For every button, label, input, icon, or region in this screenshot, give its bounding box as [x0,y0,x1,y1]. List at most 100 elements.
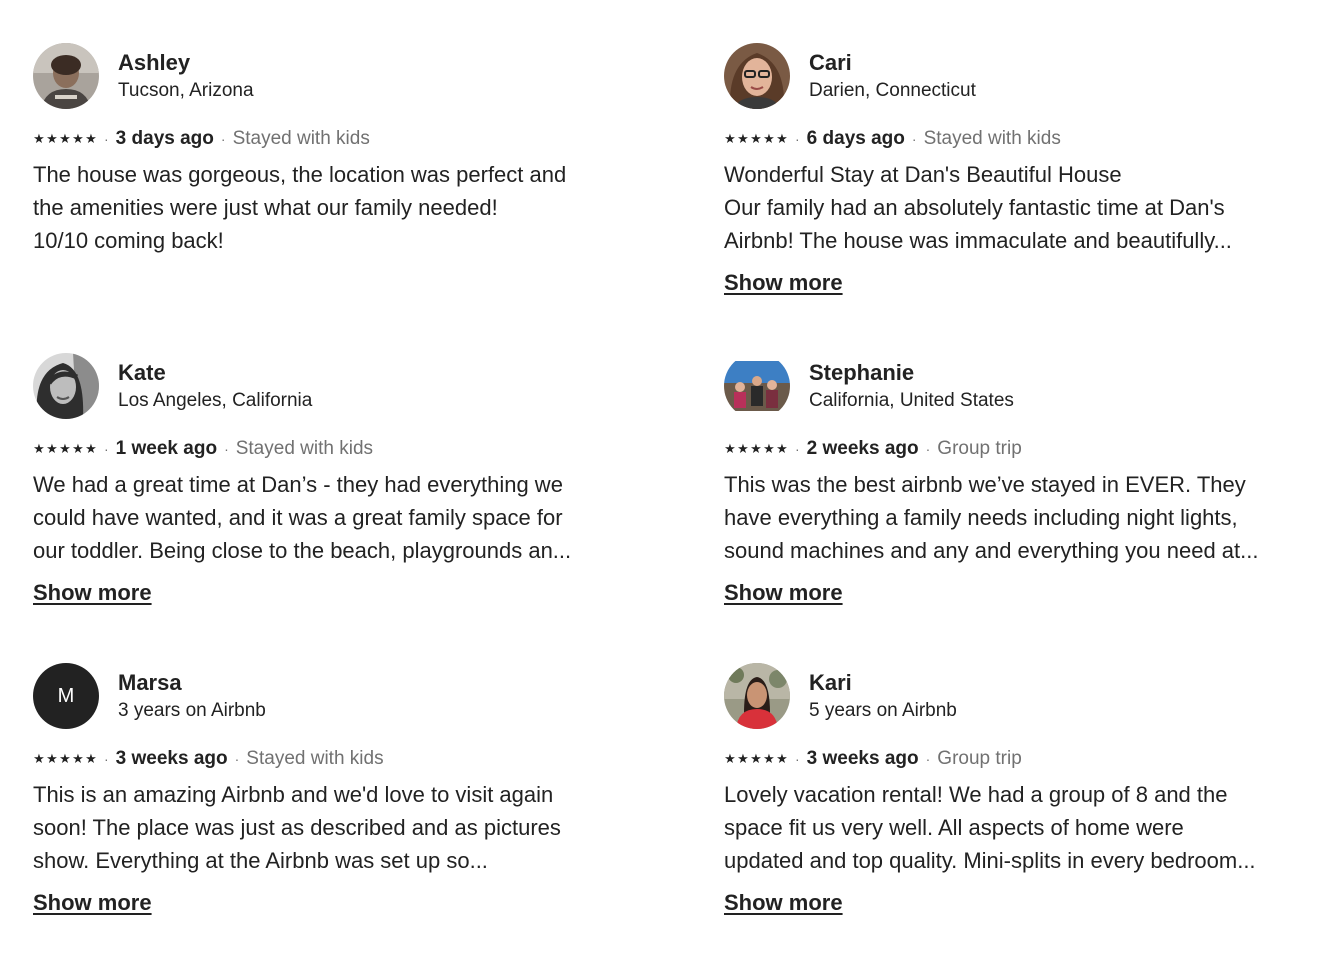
avatar[interactable] [724,43,790,109]
reviewer-identity: Stephanie California, United States [809,359,1014,413]
trip-type: Group trip [937,438,1022,459]
review-card: Kari 5 years on Airbnb ★ ★ ★ ★ ★ · 3 weeks a… [724,663,1294,918]
review-header: Ashley Tucson, Arizona [33,43,603,109]
star-icon: ★ [46,441,58,456]
reviewer-location: Darien, Connecticut [809,80,976,101]
avatar[interactable] [724,663,790,729]
separator-dot: · [104,441,109,457]
reviewer-identity: Kate Los Angeles, California [118,359,312,413]
avatar[interactable]: M [33,663,99,729]
separator-dot: · [234,751,240,767]
show-more-button[interactable]: Show more [33,578,152,608]
trip-type: Stayed with kids [235,438,374,459]
review-card: M Marsa 3 years on Airbnb ★ ★ ★ ★ ★ · 3 week… [33,663,603,918]
separator-dot: · [911,131,917,147]
star-icon: ★ [750,131,762,146]
star-icon: ★ [85,751,97,766]
separator-dot: · [795,751,800,767]
review-meta: ★ ★ ★ ★ ★ · 6 days ago · Stayed with kids [724,126,1294,152]
star-icon: ★ [776,131,788,146]
reviewer-location: California, United States [809,390,1014,411]
reviewer-identity: Marsa 3 years on Airbnb [118,669,266,723]
star-icon: ★ [59,441,71,456]
review-text: Wonderful Stay at Dan's Beautiful House … [724,162,1232,253]
rating-stars: ★ ★ ★ ★ ★ [33,441,97,457]
reviewer-name[interactable]: Ashley [118,49,254,77]
trip-type: Stayed with kids [923,128,1061,149]
rating-stars: ★ ★ ★ ★ ★ [33,751,97,767]
reviewer-name[interactable]: Kari [809,669,957,697]
rating-stars: ★ ★ ★ ★ ★ [724,131,788,147]
review-meta: ★ ★ ★ ★ ★ · 1 week ago · Stayed with kids [33,436,603,462]
reviewer-name[interactable]: Marsa [118,669,266,697]
reviewer-name[interactable]: Kate [118,359,312,387]
avatar[interactable] [724,353,790,419]
star-icon: ★ [724,131,736,146]
review-text: The house was gorgeous, the location was… [33,162,567,253]
review-card: Kate Los Angeles, California ★ ★ ★ ★ ★ · 1 w… [33,353,603,608]
review-date: 1 week ago [115,438,218,459]
reviewer-identity: Kari 5 years on Airbnb [809,669,957,723]
star-icon: ★ [46,131,58,146]
review-card: Cari Darien, Connecticut ★ ★ ★ ★ ★ · 6 days … [724,43,1294,298]
star-icon: ★ [33,441,45,456]
rating-stars: ★ ★ ★ ★ ★ [724,441,788,457]
star-icon: ★ [59,751,71,766]
separator-dot: · [220,131,226,147]
separator-dot: · [925,751,931,767]
star-icon: ★ [737,751,749,766]
star-icon: ★ [763,131,775,146]
separator-dot: · [224,441,229,457]
separator-dot: · [104,131,109,147]
reviewer-location: 5 years on Airbnb [809,700,957,721]
star-icon: ★ [763,751,775,766]
reviewer-name[interactable]: Cari [809,49,976,77]
separator-dot: · [104,751,109,767]
star-icon: ★ [737,131,749,146]
review-meta: ★ ★ ★ ★ ★ · 3 weeks ago · Stayed with kids [33,746,603,772]
review-header: Cari Darien, Connecticut [724,43,1294,109]
review-text: This was the best airbnb we’ve stayed in… [724,472,1259,563]
show-more-button[interactable]: Show more [33,888,152,918]
review-card: Ashley Tucson, Arizona ★ ★ ★ ★ ★ · 3 days ag… [33,43,603,257]
trip-type: Stayed with kids [246,748,384,769]
star-icon: ★ [85,131,97,146]
review-date: 6 days ago [806,128,905,149]
review-meta: ★ ★ ★ ★ ★ · 2 weeks ago · Group trip [724,436,1294,462]
star-icon: ★ [72,441,84,456]
review-header: Kate Los Angeles, California [33,353,603,419]
show-more-button[interactable]: Show more [724,268,843,298]
review-date: 3 weeks ago [115,748,228,769]
show-more-button[interactable]: Show more [724,888,843,918]
reviewer-location: Los Angeles, California [118,390,313,411]
star-icon: ★ [59,131,71,146]
separator-dot: · [795,441,800,457]
star-icon: ★ [72,751,84,766]
review-meta: ★ ★ ★ ★ ★ · 3 weeks ago · Group trip [724,746,1294,772]
trip-type: Group trip [937,748,1022,769]
review-header: Kari 5 years on Airbnb [724,663,1294,729]
separator-dot: · [795,131,800,147]
reviewer-location: Tucson, Arizona [118,80,254,101]
avatar[interactable] [33,353,99,419]
review-card: Stephanie California, United States ★ ★ ★ ★… [724,353,1294,608]
star-icon: ★ [776,441,788,456]
rating-stars: ★ ★ ★ ★ ★ [724,751,788,767]
review-meta: ★ ★ ★ ★ ★ · 3 days ago · Stayed with kids [33,126,603,152]
star-icon: ★ [776,751,788,766]
star-icon: ★ [750,441,762,456]
trip-type: Stayed with kids [232,128,370,149]
star-icon: ★ [46,751,58,766]
star-icon: ★ [750,751,762,766]
reviewer-name[interactable]: Stephanie [809,359,1014,387]
review-date: 2 weeks ago [806,438,919,459]
review-text: This is an amazing Airbnb and we'd love … [33,782,561,873]
review-text: Lovely vacation rental! We had a group o… [724,782,1256,873]
avatar[interactable] [33,43,99,109]
star-icon: ★ [763,441,775,456]
review-date: 3 weeks ago [806,748,919,769]
review-text: We had a great time at Dan’s - they had … [33,472,572,563]
star-icon: ★ [72,131,84,146]
reviewer-location: 3 years on Airbnb [118,700,266,721]
show-more-button[interactable]: Show more [724,578,843,608]
